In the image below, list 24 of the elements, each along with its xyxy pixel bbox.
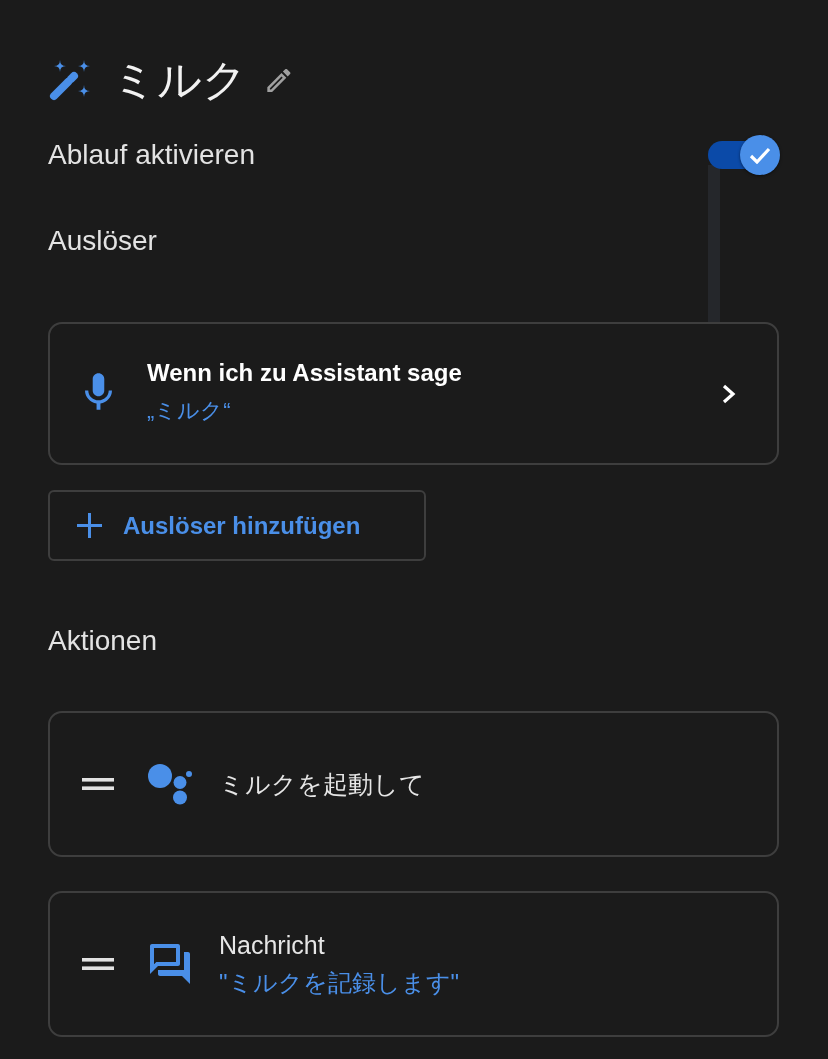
action-title: ミルクを起動して [219, 769, 425, 800]
message-text: "ミルクを記録します" [219, 968, 460, 998]
plus-icon [77, 513, 102, 538]
section-heading: Auslöser [48, 224, 157, 258]
drag-handle-icon[interactable] [82, 778, 114, 790]
action-card[interactable]: ミルクを起動して [48, 711, 779, 857]
toggle-label: Ablauf aktivieren [48, 138, 255, 172]
check-icon [749, 146, 771, 164]
action-card[interactable]: Nachricht "ミルクを記録します" [48, 891, 779, 1037]
add-trigger-button[interactable]: Auslöser hinzufügen [48, 490, 426, 561]
trigger-title: Wenn ich zu Assistant sage [147, 357, 462, 388]
section-heading: Aktionen [48, 624, 157, 658]
assistant-dots-icon [148, 763, 192, 805]
edit-icon[interactable] [267, 68, 291, 92]
action-title: Nachricht [219, 930, 325, 961]
chevron-right-icon [721, 382, 737, 405]
trigger-card[interactable]: Wenn ich zu Assistant sage „ミルク“ [48, 322, 779, 465]
routine-title: ミルク [112, 54, 247, 106]
drag-handle-icon[interactable] [82, 958, 114, 970]
scrollbar-thumb[interactable] [708, 165, 720, 322]
microphone-icon [85, 373, 112, 410]
chat-bubbles-icon [150, 944, 190, 984]
trigger-phrase: „ミルク“ [147, 396, 231, 425]
toggle-switch[interactable] [708, 134, 780, 176]
